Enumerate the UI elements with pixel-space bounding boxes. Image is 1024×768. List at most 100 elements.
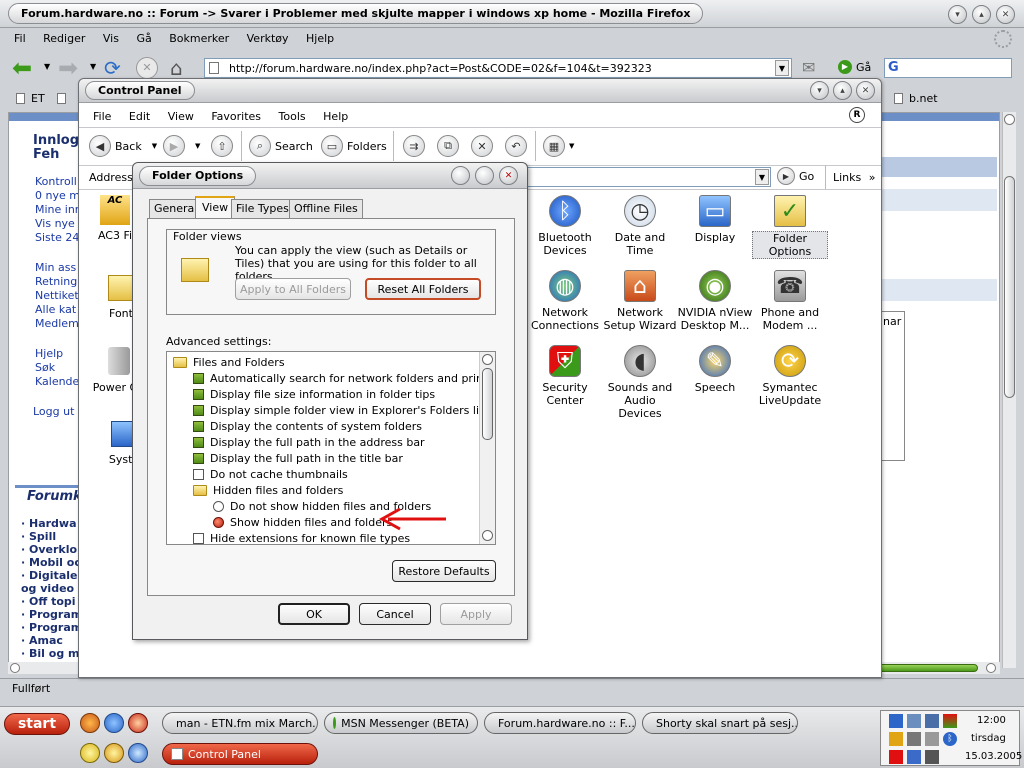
forum-category-item[interactable]: · Mobil oc [21, 556, 81, 569]
tray-shield-icon[interactable] [889, 750, 903, 764]
fo-close-icon[interactable]: ✕ [499, 166, 518, 185]
sidebar-link-siste-24[interactable]: Siste 24 [35, 231, 79, 244]
fo-tab-view[interactable]: View [195, 196, 236, 219]
setting-row[interactable]: Display simple folder view in Explorer's… [171, 402, 489, 418]
quicklaunch-notes-icon[interactable] [104, 743, 124, 763]
forum-category-item[interactable]: · Program [21, 608, 82, 621]
forum-category-item[interactable]: · Spill [21, 530, 81, 543]
cp-item-speech[interactable]: ✎ Speech [677, 345, 753, 394]
url-bar[interactable]: http://forum.hardware.no/index.php?act=P… [204, 58, 792, 78]
hscroll-right-icon[interactable] [986, 663, 996, 673]
cp-menu-view[interactable]: View [168, 110, 194, 123]
bookmark-bnet[interactable]: b.net [894, 92, 938, 105]
sidebar-link-sok[interactable]: Søk [35, 361, 55, 374]
settings-scroll-down-icon[interactable] [482, 530, 493, 541]
cp-menu-help[interactable]: Help [323, 110, 348, 123]
cp-maximize-icon[interactable]: ▴ [833, 81, 852, 100]
restore-defaults-button[interactable]: Restore Defaults [392, 560, 496, 582]
views-dropdown-icon[interactable]: ▼ [569, 142, 574, 150]
reload-icon[interactable]: ⟳ [104, 56, 121, 80]
settings-scroll-up-icon[interactable] [482, 354, 493, 365]
copy-to-icon[interactable]: ⧉ [437, 135, 459, 157]
forum-category-item[interactable]: · Bil og m [21, 647, 81, 660]
cp-menu-file[interactable]: File [93, 110, 111, 123]
setting-row[interactable]: Display the full path in the address bar [171, 434, 477, 450]
cp-item-symantec-liveupdate[interactable]: ⟳ Symantec LiveUpdate [752, 345, 828, 407]
menu-bokmerker[interactable]: Bokmerker [169, 32, 229, 45]
bookmark-et[interactable]: ET [16, 92, 66, 105]
checkbox-checked-icon[interactable] [193, 420, 204, 432]
undo-icon[interactable]: ↶ [505, 135, 527, 157]
task-winamp[interactable]: man - ETN.fm mix March... [162, 712, 318, 734]
tray-display-icon[interactable] [907, 714, 921, 728]
cp-item-display[interactable]: ▭ Display [677, 195, 753, 244]
cp-address-dropdown-icon[interactable]: ▼ [755, 169, 769, 185]
cp-item-nvidia-nview-desktop-m[interactable]: ◉ NVIDIA nView Desktop M... [677, 270, 753, 332]
forward-dropdown-icon[interactable]: ▼ [90, 62, 96, 71]
tray-volume-icon[interactable] [925, 750, 939, 764]
cancel-button[interactable]: Cancel [359, 603, 431, 625]
forward-arrow-icon[interactable]: ➡ [58, 56, 78, 80]
sidebar-link-mine-innlegg[interactable]: Mine inr [35, 203, 79, 216]
go-button[interactable]: ▶ Gå [838, 60, 871, 74]
cp-back-button[interactable]: ◀ Back ▼ [89, 135, 157, 157]
sidebar-link-nye-meldinger[interactable]: 0 nye m [35, 189, 80, 202]
scroll-thumb[interactable] [1004, 176, 1015, 398]
sidebar-link-retningslinjer[interactable]: Retning [35, 275, 77, 288]
task-control-panel[interactable]: Control Panel [162, 743, 318, 765]
checkbox-checked-icon[interactable] [193, 452, 204, 464]
cp-item-date-and-time[interactable]: ◷ Date and Time [602, 195, 678, 257]
forum-category-item[interactable]: · Program [21, 621, 82, 634]
cp-menu-edit[interactable]: Edit [129, 110, 150, 123]
cp-item-network-setup-wizard[interactable]: ⌂ Network Setup Wizard [602, 270, 678, 332]
home-icon[interactable]: ⌂ [170, 56, 183, 80]
settings-scroll-thumb[interactable] [482, 368, 493, 440]
ok-button[interactable]: OK [278, 603, 350, 625]
menu-verktoy[interactable]: Verktøy [247, 32, 289, 45]
scroll-up-icon[interactable] [1004, 114, 1015, 125]
forum-category-item[interactable]: · Hardwa [21, 517, 81, 530]
url-dropdown-icon[interactable]: ▼ [775, 60, 789, 76]
move-to-icon[interactable]: ⇉ [403, 135, 425, 157]
settings-scrollbar[interactable] [479, 352, 495, 544]
tray-keyboard-icon[interactable] [907, 732, 921, 746]
sidebar-link-min-assistent[interactable]: Min ass [35, 261, 76, 274]
mail-icon[interactable]: ✉ [802, 58, 815, 77]
cp-minimize-icon[interactable]: ▾ [810, 81, 829, 100]
checkbox-checked-icon[interactable] [193, 404, 204, 416]
sidebar-link-vis-nye[interactable]: Vis nye [35, 217, 75, 230]
sidebar-link-nettikette[interactable]: Nettiket [35, 289, 79, 302]
cp-item-phone-and-modem[interactable]: ☎ Phone and Modem ... [752, 270, 828, 332]
cp-forward-button[interactable]: ▶ ▼ [163, 135, 200, 157]
setting-row[interactable]: Do not cache thumbnails [171, 466, 477, 482]
tray-app-icon[interactable] [907, 750, 921, 764]
setting-row[interactable]: Display file size information in folder … [171, 386, 477, 402]
close-icon[interactable]: ✕ [996, 5, 1015, 24]
back-dropdown-icon[interactable]: ▼ [44, 62, 50, 71]
quicklaunch-settings-icon[interactable] [128, 743, 148, 763]
apply-button[interactable]: Apply [440, 603, 512, 625]
quicklaunch-firefox-icon[interactable] [80, 713, 100, 733]
forum-category-item[interactable]: · Overklo [21, 543, 81, 556]
apply-to-all-folders-button[interactable]: Apply to All Folders [235, 278, 351, 300]
cp-views-button[interactable]: ▦ ▼ [543, 135, 574, 157]
tray-network-icon[interactable] [889, 714, 903, 728]
cp-search-button[interactable]: ⌕ Search [249, 135, 313, 157]
delete-icon[interactable]: ✕ [471, 135, 493, 157]
start-button[interactable]: start [4, 713, 70, 735]
cp-forward-dropdown-icon[interactable]: ▼ [195, 142, 200, 150]
setting-row[interactable]: Display the full path in the title bar [171, 450, 477, 466]
cp-item-sounds-and-audio-devices[interactable]: ◖ Sounds and Audio Devices [602, 345, 678, 420]
menu-fil[interactable]: Fil [14, 32, 26, 45]
menu-rediger[interactable]: Rediger [43, 32, 85, 45]
quicklaunch-aim-icon[interactable] [80, 743, 100, 763]
quicklaunch-media-icon[interactable] [128, 713, 148, 733]
sidebar-link-logg-ut[interactable]: Logg ut [33, 405, 74, 418]
quicklaunch-ie-icon[interactable] [104, 713, 124, 733]
radio-unselected-icon[interactable] [213, 500, 224, 512]
cp-go-button[interactable]: ▶ Go [777, 167, 814, 185]
clock-time[interactable]: 12:00 [977, 715, 1006, 726]
task-firefox[interactable]: Forum.hardware.no :: F... [484, 712, 636, 734]
setting-row[interactable]: Hide extensions for known file types [171, 530, 477, 544]
checkbox-checked-icon[interactable] [193, 388, 204, 400]
